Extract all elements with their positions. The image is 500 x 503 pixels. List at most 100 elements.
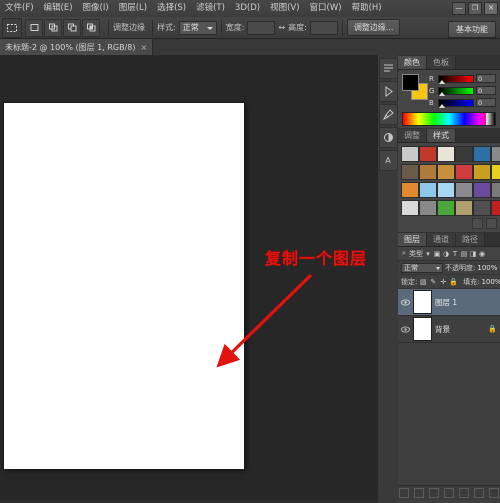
menu-item-help[interactable]: 帮助(H) bbox=[347, 1, 387, 16]
close-icon[interactable]: × bbox=[140, 43, 147, 52]
style-swatch[interactable] bbox=[437, 164, 455, 180]
layer-name[interactable]: 背景 bbox=[435, 324, 488, 335]
adjust-filter-icon[interactable]: ◑ bbox=[442, 249, 450, 259]
history-icon[interactable] bbox=[378, 58, 398, 79]
eye-icon[interactable] bbox=[400, 324, 410, 334]
style-swatch[interactable] bbox=[473, 146, 491, 162]
style-swatch[interactable] bbox=[419, 164, 437, 180]
style-swatch[interactable] bbox=[401, 164, 419, 180]
layer-name[interactable]: 图层 1 bbox=[435, 297, 500, 308]
color-spectrum-ramp[interactable] bbox=[402, 112, 496, 126]
type-filter-icon[interactable]: T bbox=[451, 249, 459, 259]
add-selection-icon[interactable] bbox=[44, 18, 62, 37]
shape-filter-icon[interactable]: ▤ bbox=[460, 249, 468, 259]
foreground-background-swatches[interactable] bbox=[402, 74, 428, 100]
slider-knob-b[interactable] bbox=[439, 103, 445, 108]
layers-list-empty-area[interactable] bbox=[398, 343, 500, 503]
menu-item-3d[interactable]: 3D(D) bbox=[230, 1, 265, 16]
canvas-stage[interactable]: 复制一个图层 bbox=[0, 55, 378, 500]
layer-row-1[interactable]: 图层 1 bbox=[398, 289, 500, 316]
slider-track-g[interactable] bbox=[438, 86, 474, 96]
fx-icon[interactable] bbox=[414, 488, 424, 498]
lock-image-icon[interactable]: ✎ bbox=[429, 277, 437, 287]
marquee-icon[interactable] bbox=[2, 17, 22, 38]
style-swatch[interactable] bbox=[473, 164, 491, 180]
style-swatch[interactable] bbox=[491, 164, 500, 180]
menu-item-file[interactable]: 文件(F) bbox=[0, 1, 39, 16]
eye-icon[interactable] bbox=[400, 297, 410, 307]
channel-value-b[interactable]: 0 bbox=[476, 98, 496, 107]
swap-dimensions-icon[interactable]: ↔ bbox=[278, 23, 285, 32]
tab-swatches[interactable]: 色板 bbox=[427, 56, 456, 69]
tab-paths[interactable]: 路径 bbox=[456, 233, 485, 246]
new-style-icon[interactable] bbox=[472, 218, 483, 229]
intersect-selection-icon[interactable] bbox=[82, 18, 100, 37]
style-select[interactable]: 正常 bbox=[178, 20, 217, 35]
style-swatch[interactable] bbox=[401, 200, 419, 216]
layer-thumbnail[interactable] bbox=[413, 290, 432, 314]
menu-item-view[interactable]: 视图(V) bbox=[265, 1, 304, 16]
slider-track-b[interactable] bbox=[438, 98, 474, 108]
workspace-button[interactable]: 基本功能 bbox=[448, 21, 496, 38]
style-swatch[interactable] bbox=[491, 200, 500, 216]
style-swatch[interactable] bbox=[419, 146, 437, 162]
menu-item-image[interactable]: 图像(I) bbox=[78, 1, 114, 16]
style-swatch[interactable] bbox=[419, 182, 437, 198]
link-icon[interactable] bbox=[399, 488, 409, 498]
style-swatch[interactable] bbox=[491, 146, 500, 162]
tab-layers[interactable]: 图层 bbox=[398, 233, 427, 246]
channel-value-g[interactable]: 0 bbox=[476, 86, 496, 95]
character-icon[interactable]: A bbox=[378, 150, 398, 171]
foreground-color-swatch[interactable] bbox=[402, 74, 419, 91]
style-swatch[interactable] bbox=[437, 182, 455, 198]
style-swatch[interactable] bbox=[437, 200, 455, 216]
lock-all-icon[interactable]: 🔒 bbox=[449, 277, 458, 287]
style-swatch[interactable] bbox=[401, 182, 419, 198]
style-swatch[interactable] bbox=[473, 200, 491, 216]
height-input[interactable] bbox=[309, 20, 338, 35]
tab-color[interactable]: 颜色 bbox=[398, 56, 427, 69]
menu-item-edit[interactable]: 编辑(E) bbox=[39, 1, 78, 16]
tab-styles[interactable]: 样式 bbox=[427, 129, 456, 142]
style-swatch[interactable] bbox=[455, 182, 473, 198]
filter-toggle-icon[interactable]: ◉ bbox=[478, 249, 486, 259]
mask-icon[interactable] bbox=[429, 488, 439, 498]
slider-knob-g[interactable] bbox=[439, 91, 445, 96]
style-swatch[interactable] bbox=[455, 200, 473, 216]
style-swatch[interactable] bbox=[401, 146, 419, 162]
delete-style-icon[interactable] bbox=[486, 218, 497, 229]
refine-edge-button[interactable]: 调整边缘... bbox=[346, 19, 401, 36]
group-icon[interactable] bbox=[459, 488, 469, 498]
subtract-selection-icon[interactable] bbox=[63, 18, 81, 37]
smart-filter-icon[interactable]: ◨ bbox=[469, 249, 477, 259]
menu-item-layer[interactable]: 图层(L) bbox=[114, 1, 152, 16]
channel-value-r[interactable]: 0 bbox=[476, 74, 496, 83]
width-input[interactable] bbox=[247, 20, 276, 35]
filter-kind-icon[interactable]: ⌕ bbox=[400, 249, 408, 259]
tab-adjustments[interactable]: 调整 bbox=[398, 129, 427, 142]
layer-row-2[interactable]: 背景 🔒 bbox=[398, 316, 500, 343]
lock-transparent-icon[interactable]: ▨ bbox=[419, 277, 427, 287]
style-swatch[interactable] bbox=[491, 182, 500, 198]
chevron-down-icon[interactable]: ▾ bbox=[424, 249, 432, 259]
blend-mode-select[interactable]: 正常 bbox=[401, 262, 443, 273]
restore-button[interactable]: ❐ bbox=[468, 2, 482, 15]
filter-kind-label[interactable]: 类型 bbox=[409, 249, 423, 259]
menu-item-filter[interactable]: 滤镜(T) bbox=[191, 1, 230, 16]
new-layer-icon[interactable] bbox=[474, 488, 484, 498]
new-selection-icon[interactable] bbox=[25, 18, 43, 37]
style-swatch[interactable] bbox=[437, 146, 455, 162]
style-swatch[interactable] bbox=[419, 200, 437, 216]
lock-position-icon[interactable]: ✛ bbox=[439, 277, 447, 287]
menu-item-window[interactable]: 窗口(W) bbox=[305, 1, 347, 16]
layer-thumbnail[interactable] bbox=[413, 317, 432, 341]
brush-icon[interactable] bbox=[378, 104, 398, 125]
fill-value[interactable]: 100% bbox=[481, 278, 500, 286]
minimize-button[interactable]: — bbox=[452, 2, 466, 15]
style-swatch[interactable] bbox=[473, 182, 491, 198]
delete-layer-icon[interactable] bbox=[489, 488, 499, 498]
adjustments-icon[interactable] bbox=[378, 127, 398, 148]
tab-channels[interactable]: 通道 bbox=[427, 233, 456, 246]
menu-item-select[interactable]: 选择(S) bbox=[152, 1, 191, 16]
pixel-filter-icon[interactable]: ▣ bbox=[433, 249, 441, 259]
